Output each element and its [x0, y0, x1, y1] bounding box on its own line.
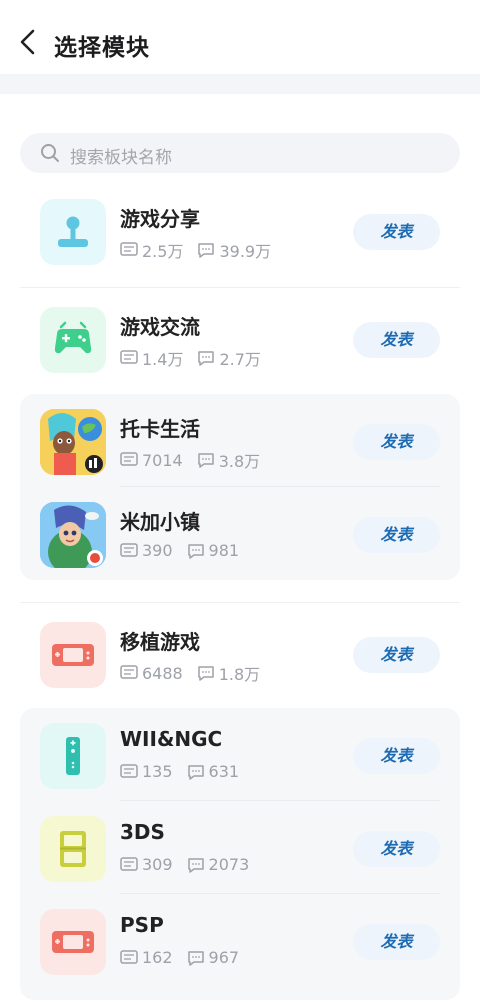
list-item[interactable]: PSP 162 967 发表: [20, 897, 460, 987]
comments-count: 1.8万: [218, 665, 261, 684]
search-placeholder: 搜索板块名称: [70, 148, 172, 168]
comments-icon: [187, 857, 204, 873]
post-button[interactable]: 发表: [353, 322, 440, 358]
posts-count: 2.5万: [142, 242, 184, 261]
item-stats: 309 2073: [120, 855, 249, 874]
post-button[interactable]: 发表: [353, 831, 440, 867]
post-button[interactable]: 发表: [353, 637, 440, 673]
posts-icon: [120, 763, 138, 778]
wii-remote-icon: [40, 723, 106, 789]
posts-count: 390: [142, 541, 173, 560]
posts-count: 6488: [142, 663, 183, 683]
posts-count: 162: [142, 948, 173, 967]
item-stats: 162 967: [120, 948, 239, 967]
item-name: 游戏分享: [120, 207, 200, 231]
comments-count: 981: [208, 541, 240, 560]
item-name: 托卡生活: [120, 417, 200, 441]
header-divider-band: [0, 74, 480, 94]
item-stats: 6488 1.8万: [120, 661, 260, 685]
posts-icon: [120, 452, 138, 466]
divider: [120, 486, 440, 487]
comments-icon: [187, 950, 204, 966]
post-button[interactable]: 发表: [353, 924, 440, 960]
item-name: WII&NGC: [120, 727, 223, 751]
miga-town-app-icon: [40, 502, 106, 568]
post-button[interactable]: 发表: [353, 738, 440, 774]
item-name: 移植游戏: [120, 630, 200, 654]
comments-count: 2073: [208, 855, 250, 874]
divider: [20, 602, 460, 603]
list-item[interactable]: 3DS 309 2073 发表: [20, 804, 460, 894]
posts-count: 309: [142, 855, 173, 874]
item-stats: 135 631: [120, 762, 239, 781]
list-item[interactable]: 米加小镇 390 981 发表: [20, 490, 460, 580]
posts-icon: [120, 949, 138, 964]
comments-count: 967: [208, 948, 240, 967]
divider: [120, 800, 440, 801]
list-item[interactable]: 移植游戏 6488 1.8万 发表: [20, 610, 460, 700]
posts-icon: [120, 665, 138, 679]
item-name: 米加小镇: [120, 510, 200, 534]
posts-icon: [120, 242, 138, 256]
posts-icon: [120, 542, 138, 557]
handheld-console-icon: [40, 622, 106, 688]
list-item[interactable]: WII&NGC 135 631 发表: [20, 711, 460, 801]
posts-icon: [120, 856, 138, 871]
comments-icon: [197, 453, 214, 468]
psp-console-icon: [40, 909, 106, 975]
item-stats: 390 981: [120, 541, 239, 560]
posts-icon: [120, 350, 138, 364]
page-title: 选择模块: [54, 35, 150, 61]
comments-icon: [198, 351, 215, 366]
divider: [120, 893, 440, 894]
search-input[interactable]: 搜索板块名称: [20, 133, 460, 173]
comments-icon: [198, 243, 215, 258]
comments-count: 2.7万: [219, 350, 261, 369]
comments-icon: [197, 666, 214, 681]
gamepad-icon: [40, 307, 106, 373]
item-name: 游戏交流: [120, 315, 200, 339]
item-stats: 1.4万 2.7万: [120, 346, 261, 370]
post-button[interactable]: 发表: [353, 424, 440, 460]
post-button[interactable]: 发表: [353, 517, 440, 553]
list-item[interactable]: 托卡生活 7014 3.8万 发表: [20, 397, 460, 487]
comments-count: 631: [208, 762, 240, 781]
posts-count: 135: [142, 762, 173, 781]
search-icon: [41, 144, 59, 162]
comments-count: 3.8万: [218, 452, 261, 471]
item-name: PSP: [120, 913, 164, 937]
posts-count: 1.4万: [142, 350, 184, 369]
divider: [20, 287, 460, 288]
list-item[interactable]: 游戏分享 2.5万 39.9万 发表: [20, 187, 460, 277]
comments-count: 39.9万: [219, 242, 272, 261]
3ds-console-icon: [40, 816, 106, 882]
item-stats: 2.5万 39.9万: [120, 238, 271, 262]
toca-life-app-icon: [40, 409, 106, 475]
back-arrow-icon[interactable]: [16, 27, 40, 57]
posts-count: 7014: [142, 450, 183, 470]
post-button[interactable]: 发表: [353, 214, 440, 250]
item-name: 3DS: [120, 820, 165, 844]
item-stats: 7014 3.8万: [120, 448, 260, 472]
comments-icon: [187, 543, 204, 559]
comments-icon: [187, 764, 204, 780]
joystick-icon: [40, 199, 106, 265]
header-bar: 选择模块: [0, 0, 480, 74]
list-item[interactable]: 游戏交流 1.4万 2.7万 发表: [20, 295, 460, 385]
